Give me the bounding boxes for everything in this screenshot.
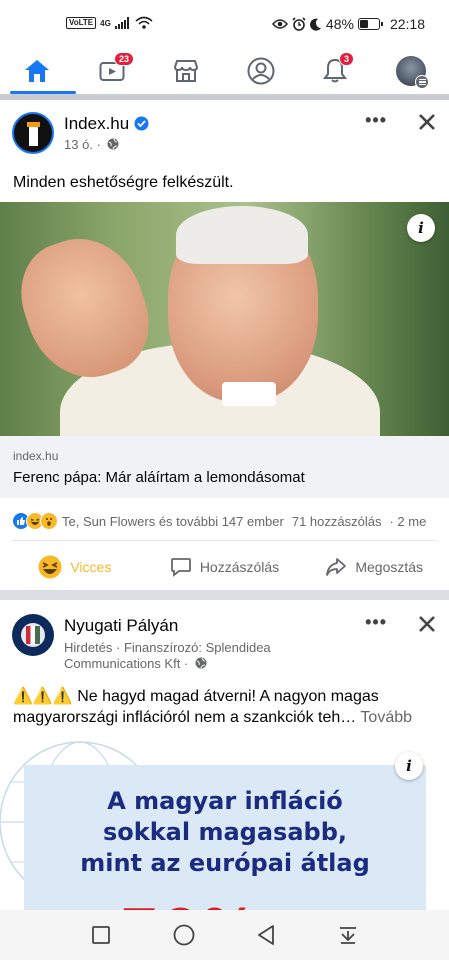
post-author-avatar[interactable] xyxy=(12,112,54,154)
battery-level-fill xyxy=(359,20,369,28)
link-preview[interactable]: index.hu Ferenc pápa: Már aláírtam a lem… xyxy=(0,436,449,498)
nav-marketplace[interactable] xyxy=(156,48,216,94)
post-time[interactable]: 13 ó. · xyxy=(64,137,101,152)
reactions-text: Te, Sun Flowers és további 147 ember xyxy=(62,513,284,529)
globe-icon xyxy=(107,138,119,150)
nav-notifications[interactable]: 3 xyxy=(305,48,365,94)
marketplace-icon xyxy=(173,60,199,82)
comment-icon xyxy=(170,558,191,577)
react-label: Vicces xyxy=(70,559,112,575)
haha-emoji-icon xyxy=(38,555,62,579)
close-icon[interactable] xyxy=(417,112,437,132)
more-options-icon[interactable]: ••• xyxy=(365,110,387,131)
share-icon xyxy=(326,558,347,576)
reactions-summary[interactable]: Te, Sun Flowers és további 147 ember 71 … xyxy=(12,512,426,530)
post-author-name[interactable]: Index.hu xyxy=(64,114,129,134)
post-author-avatar[interactable] xyxy=(12,614,54,656)
shares-count[interactable]: · 2 me xyxy=(389,514,426,529)
post-card: Nyugati Pályán Hirdetés · Finanszírozó: … xyxy=(0,600,449,910)
warning-emojis: ⚠️⚠️⚠️ xyxy=(13,688,73,705)
system-nav-bar xyxy=(0,910,449,960)
post-text: ⚠️⚠️⚠️ Ne hagyd magad átverni! A nagyon … xyxy=(13,686,437,728)
signal-icon xyxy=(114,17,129,29)
post-sponsor-meta: Hirdetés · Finanszírozó: Splendidea Comm… xyxy=(64,640,271,672)
comment-button[interactable]: Hozzászólás xyxy=(150,556,300,578)
battery-icon xyxy=(357,18,383,30)
nav-profile[interactable] xyxy=(231,48,291,94)
link-domain: index.hu xyxy=(13,449,59,463)
eye-icon xyxy=(271,19,288,29)
home-icon xyxy=(25,60,49,82)
status-right: 48% 22:18 xyxy=(271,16,425,32)
close-icon[interactable] xyxy=(417,614,437,634)
nav-home[interactable] xyxy=(7,48,76,94)
volte-indicator: VoLTE xyxy=(66,17,97,29)
post-card: Index.hu 13 ó. · ••• Minden eshetőségre … xyxy=(0,100,449,590)
battery-percent: 48% xyxy=(325,16,354,32)
feed-separator xyxy=(0,590,449,600)
status-left: VoLTE 4G xyxy=(66,16,153,30)
react-button[interactable]: Vicces xyxy=(0,555,150,579)
comments-count[interactable]: 71 hozzászólás xyxy=(292,514,382,529)
more-options-icon[interactable]: ••• xyxy=(365,612,387,633)
clock: 22:18 xyxy=(389,16,425,32)
action-divider xyxy=(12,540,437,541)
ad-headline-line-2: sokkal magasabb, xyxy=(102,818,347,846)
post-actions: Vicces Hozzászólás Megosztás xyxy=(0,544,449,590)
ad-headline-line-1: A magyar infláció xyxy=(107,787,343,815)
post-image[interactable] xyxy=(0,202,449,436)
ad-image[interactable]: A magyar infláció sokkal magasabb, mint … xyxy=(0,736,449,910)
moon-icon xyxy=(309,18,321,31)
ad-info-icon[interactable]: i xyxy=(407,214,435,242)
post-meta: 13 ó. · xyxy=(64,137,119,153)
back-icon[interactable] xyxy=(256,924,276,946)
menu-icon xyxy=(415,75,429,89)
photo-collar xyxy=(222,382,276,406)
alarm-icon xyxy=(292,17,306,31)
see-more-link[interactable]: Tovább xyxy=(360,709,412,726)
sponsor-line-2-wrap: Communications Kft · xyxy=(64,656,271,672)
nav-menu[interactable] xyxy=(381,48,441,94)
signal-4g-label: 4G xyxy=(100,18,111,28)
share-label: Megosztás xyxy=(355,559,424,575)
globe-icon xyxy=(195,657,207,669)
menu-avatar xyxy=(396,56,429,89)
status-bar: VoLTE 4G 48% 22:18 xyxy=(0,0,449,48)
sponsor-line-1: Hirdetés · Finanszírozó: Splendidea xyxy=(64,640,271,655)
verified-badge-icon xyxy=(134,116,149,131)
ad-headline-line-3: mint az európai átlag xyxy=(80,849,370,877)
comment-label: Hozzászólás xyxy=(199,559,280,575)
wow-reaction-icon xyxy=(40,512,58,530)
share-button[interactable]: Megosztás xyxy=(299,556,449,578)
nav-watch[interactable]: 23 xyxy=(82,48,142,94)
photo-hair xyxy=(176,206,308,264)
post-author-name[interactable]: Nyugati Pályán xyxy=(64,616,178,636)
top-nav: 23 3 xyxy=(0,48,449,94)
notifications-badge: 3 xyxy=(339,52,355,66)
wifi-icon xyxy=(135,16,153,29)
profile-icon xyxy=(247,57,275,85)
post-text: Minden eshetőségre felkészült. xyxy=(13,174,234,191)
home-circle-icon[interactable] xyxy=(173,924,195,946)
ad-headline: A magyar infláció sokkal magasabb, mint … xyxy=(24,786,426,879)
watch-badge: 23 xyxy=(114,52,135,66)
link-title: Ferenc pápa: Már aláírtam a lemondásomat xyxy=(13,469,305,486)
recents-icon[interactable] xyxy=(91,925,111,945)
notification-shade-icon[interactable] xyxy=(338,925,358,945)
ad-big-number: 70% xyxy=(120,898,260,910)
sponsor-line-2: Communications Kft · xyxy=(64,656,189,671)
ad-info-icon[interactable]: i xyxy=(395,752,423,780)
